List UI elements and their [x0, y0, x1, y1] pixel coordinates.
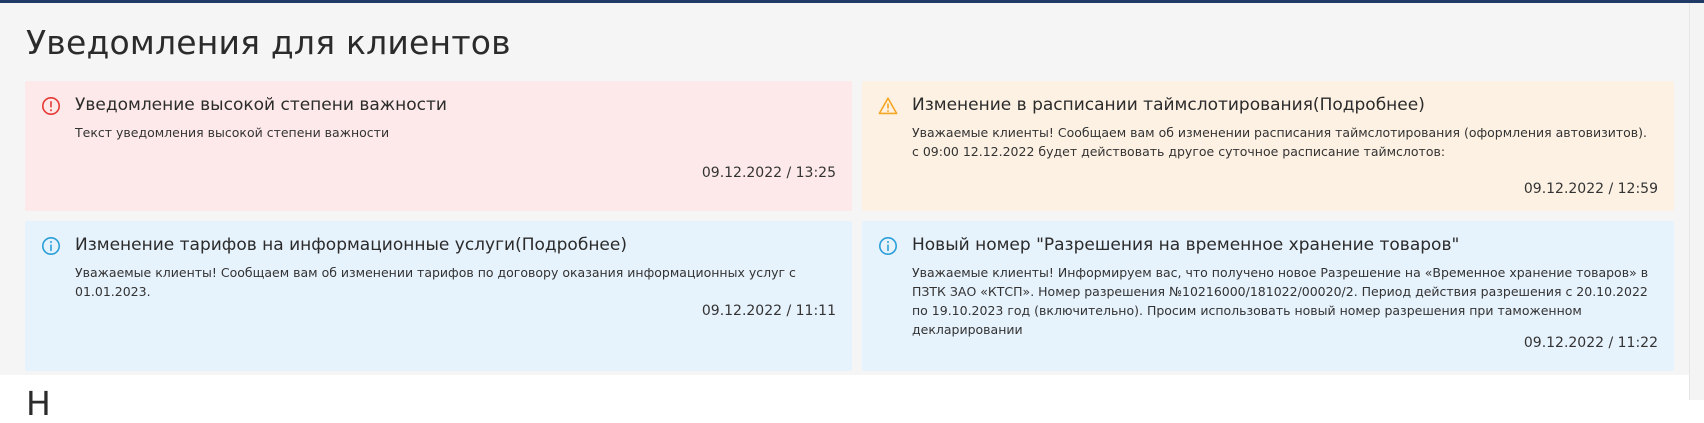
- notification-card-timeslot-schedule: Изменение в расписании таймслотирования(…: [862, 81, 1674, 211]
- alert-circle-icon: [42, 97, 60, 115]
- page-title: Уведомления для клиентов: [26, 23, 511, 62]
- notification-text: Уважаемые клиенты! Сообщаем вам об измен…: [75, 265, 796, 299]
- notification-datetime: 09.12.2022 / 11:22: [1523, 335, 1658, 351]
- notification-title: Новый номер "Разрешения на временное хра…: [912, 235, 1460, 255]
- notification-title-link[interactable]: Изменение в расписании таймслотирования(…: [912, 95, 1425, 115]
- notification-title: Уведомление высокой степени важности: [75, 95, 447, 115]
- info-circle-icon: [42, 237, 60, 255]
- warning-triangle-icon: [878, 97, 898, 115]
- notification-datetime: 09.12.2022 / 11:11: [701, 303, 836, 319]
- info-circle-icon: [879, 237, 897, 255]
- notification-card-storage-permit: Новый номер "Разрешения на временное хра…: [862, 221, 1674, 371]
- notification-datetime: 09.12.2022 / 12:59: [1523, 181, 1658, 197]
- next-section-title: Н: [26, 384, 51, 423]
- scrollbar[interactable]: [1689, 3, 1704, 400]
- notification-datetime: 09.12.2022 / 13:25: [701, 165, 836, 181]
- notification-card-tariffs: Изменение тарифов на информационные услу…: [25, 221, 852, 371]
- notifications-panel: Уведомления для клиентов Уведомление выс…: [0, 3, 1689, 375]
- notification-text: Уважаемые клиенты! Сообщаем вам об измен…: [912, 125, 1647, 159]
- notification-title-link[interactable]: Изменение тарифов на информационные услу…: [75, 235, 627, 255]
- notification-text: Текст уведомления высокой степени важнос…: [75, 125, 390, 140]
- notification-text: Уважаемые клиенты! Информируем вас, что …: [912, 265, 1649, 337]
- notification-card-high-importance: Уведомление высокой степени важности Тек…: [25, 81, 852, 211]
